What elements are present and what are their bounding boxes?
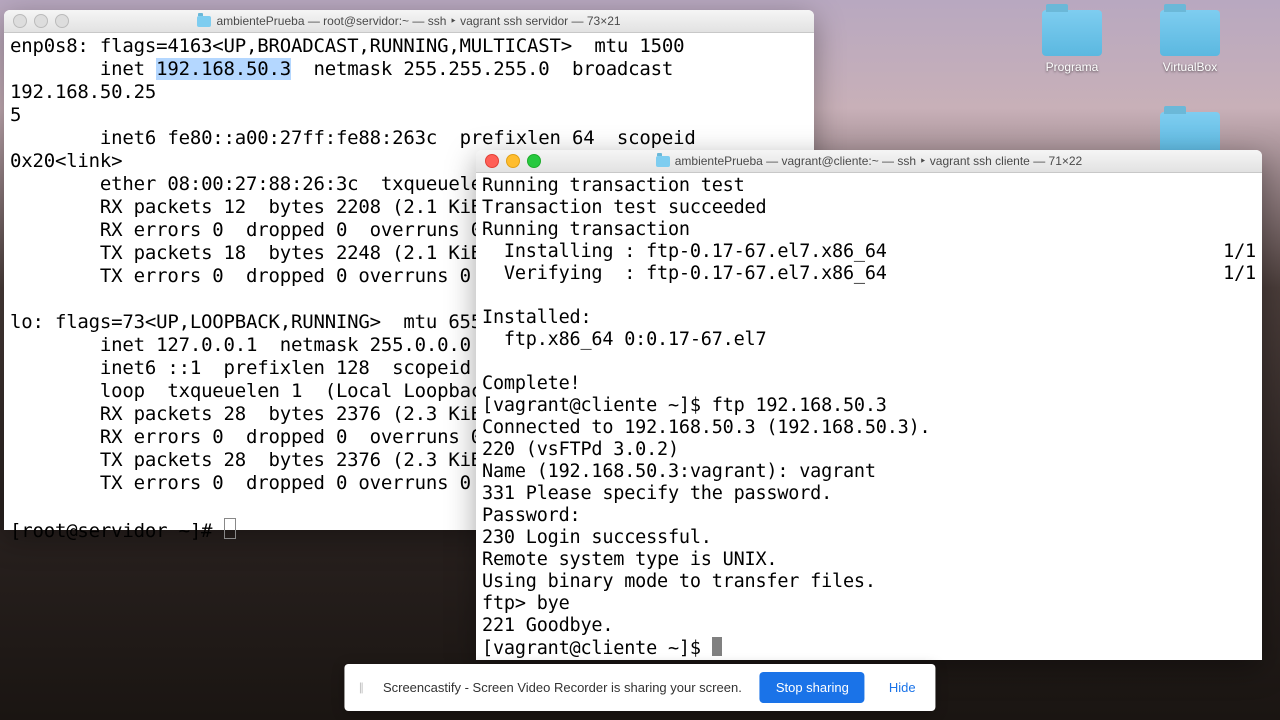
folder-icon xyxy=(1160,10,1220,56)
minimize-icon[interactable] xyxy=(34,14,48,28)
close-icon[interactable] xyxy=(13,14,27,28)
folder-icon xyxy=(1042,10,1102,56)
zoom-icon[interactable] xyxy=(55,14,69,28)
drag-handle-icon[interactable]: ∥ xyxy=(358,681,365,694)
screenshare-text: Screencastify - Screen Video Recorder is… xyxy=(383,680,742,695)
folder-icon xyxy=(197,16,211,27)
close-icon[interactable] xyxy=(485,154,499,168)
hide-button[interactable]: Hide xyxy=(883,679,922,696)
icon-label: Programa xyxy=(1032,60,1112,74)
traffic-lights xyxy=(4,14,69,28)
desktop: Programa VirtualBox ambientePrueba — roo… xyxy=(0,0,1280,720)
titlebar[interactable]: ambientePrueba — vagrant@cliente:~ — ssh… xyxy=(476,150,1262,173)
titlebar[interactable]: ambientePrueba — root@servidor:~ — ssh ‣… xyxy=(4,10,814,33)
minimize-icon[interactable] xyxy=(506,154,520,168)
desktop-folder-programa[interactable]: Programa xyxy=(1032,10,1112,74)
window-title: ambientePrueba — vagrant@cliente:~ — ssh… xyxy=(476,154,1262,168)
folder-icon xyxy=(656,156,670,167)
desktop-folder-virtualbox[interactable]: VirtualBox xyxy=(1150,10,1230,74)
screenshare-bar[interactable]: ∥ Screencastify - Screen Video Recorder … xyxy=(344,664,935,711)
icon-label: VirtualBox xyxy=(1150,60,1230,74)
zoom-icon[interactable] xyxy=(527,154,541,168)
terminal-output[interactable]: Running transaction test Transaction tes… xyxy=(476,173,1262,662)
window-title: ambientePrueba — root@servidor:~ — ssh ‣… xyxy=(4,14,814,28)
stop-sharing-button[interactable]: Stop sharing xyxy=(760,672,865,703)
traffic-lights xyxy=(476,154,541,168)
terminal-cliente[interactable]: ambientePrueba — vagrant@cliente:~ — ssh… xyxy=(476,150,1262,660)
